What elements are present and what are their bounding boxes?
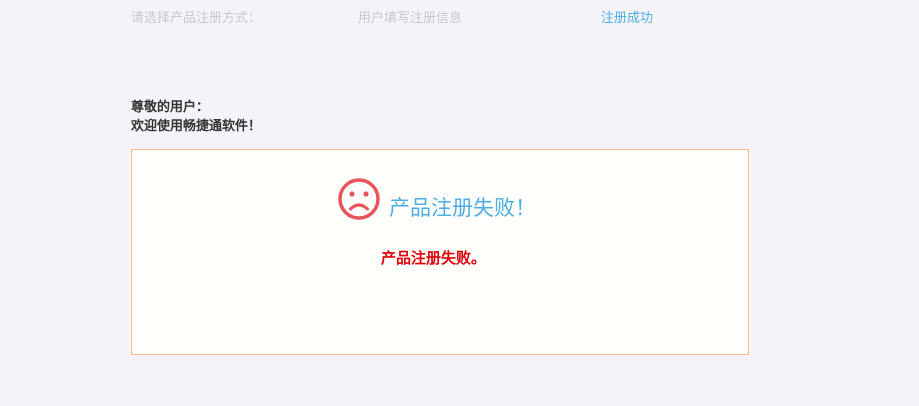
registration-steps: 请选择产品注册方式： 用户填写注册信息 注册成功 <box>0 10 919 28</box>
failure-header: 产品注册失败！ <box>337 176 536 222</box>
greeting: 尊敬的用户： 欢迎使用畅捷通软件！ <box>131 98 261 136</box>
step-choose-method: 请选择产品注册方式： <box>131 11 262 26</box>
step-fill-info: 用户填写注册信息 <box>358 11 463 26</box>
result-panel: 产品注册失败！ 产品注册失败。 <box>131 149 749 355</box>
greeting-salutation: 尊敬的用户： <box>131 100 210 115</box>
failure-title: 产品注册失败！ <box>389 196 536 220</box>
failure-message: 产品注册失败。 <box>381 249 487 267</box>
page: { "steps": { "step1": "请选择产品注册方式：", "ste… <box>0 0 919 406</box>
sad-face-icon <box>337 177 381 221</box>
step-registration-success: 注册成功 <box>601 11 654 26</box>
greeting-welcome: 欢迎使用畅捷通软件！ <box>131 119 262 134</box>
